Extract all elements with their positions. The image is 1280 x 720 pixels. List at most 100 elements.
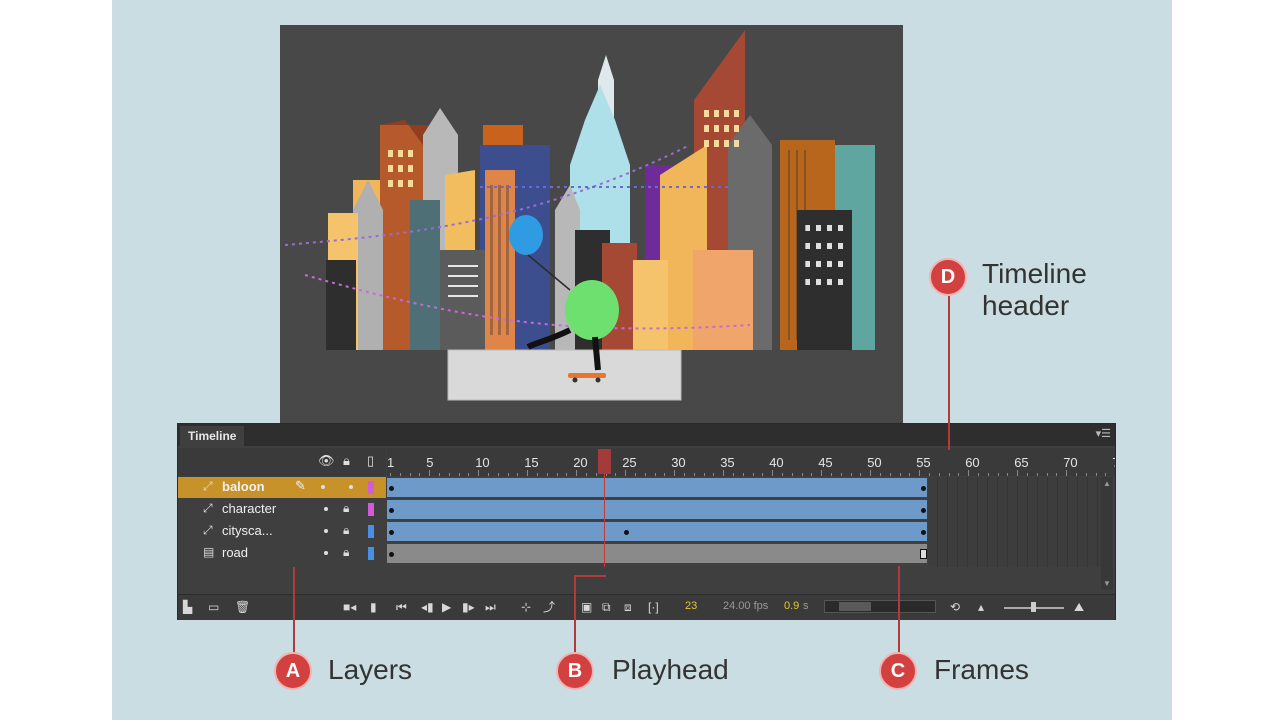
layer-color-swatch[interactable]	[368, 547, 374, 560]
keyframe[interactable]	[389, 552, 394, 557]
visibility-dot[interactable]	[321, 485, 325, 489]
current-frame[interactable]: 23	[685, 600, 697, 612]
go-to-last-frame-icon[interactable]: ⏭	[485, 600, 496, 614]
callout-line-b-h	[574, 575, 606, 577]
ruler-tick	[439, 473, 440, 476]
timeline-tab[interactable]: Timeline	[180, 426, 245, 446]
visibility-dot[interactable]	[324, 551, 328, 555]
tween-span-character[interactable]	[387, 500, 927, 519]
new-folder-icon[interactable]: ▭	[208, 600, 219, 614]
keyframe[interactable]	[921, 486, 926, 491]
end-frame[interactable]	[920, 549, 927, 559]
empty-frames[interactable]	[928, 477, 1101, 567]
play-icon[interactable]: ▶	[442, 600, 451, 614]
horizontal-scrollbar[interactable]	[824, 600, 936, 613]
ruler-tick	[733, 473, 734, 476]
frame-span-road[interactable]	[387, 544, 927, 563]
keyframe[interactable]	[921, 530, 926, 535]
playhead-line	[604, 474, 605, 567]
layer-row-cityscape[interactable]: ⤢ citysca... 🔒︎	[178, 521, 386, 542]
keyframe[interactable]	[624, 530, 629, 535]
loop-icon[interactable]: ⤴	[543, 600, 555, 614]
step-back-icon[interactable]: ◂▮	[421, 600, 434, 614]
delete-icon[interactable]: 🗑︎	[235, 600, 250, 614]
ruler-tick	[772, 470, 774, 476]
keyframe[interactable]	[389, 486, 394, 491]
outline-icon[interactable]: ▯	[367, 453, 374, 469]
tween-span-cityscape[interactable]	[387, 522, 927, 541]
layer-color-swatch[interactable]	[368, 481, 374, 494]
ruler-tick	[929, 473, 930, 476]
ruler-tick	[586, 473, 587, 476]
onion-skin-icon[interactable]: ▣	[581, 600, 592, 614]
keyframe[interactable]	[921, 508, 926, 513]
lock-icon[interactable]: 🔒︎	[343, 453, 350, 469]
zoom-out-icon[interactable]: ▴	[978, 600, 984, 614]
skateboard	[568, 373, 606, 378]
onion-skin-outlines-icon[interactable]: ⧉	[602, 600, 611, 614]
frames-area[interactable]	[387, 477, 1115, 567]
modify-markers-icon[interactable]: [·]	[648, 600, 659, 614]
lock-icon[interactable]: 🔒︎	[343, 523, 349, 538]
visibility-dot[interactable]	[324, 507, 328, 511]
street-block	[447, 349, 682, 401]
lock-icon[interactable]: 🔒︎	[343, 545, 349, 560]
reset-zoom-icon[interactable]: ⟲	[950, 600, 960, 614]
ruler-tick	[1085, 473, 1087, 476]
keyframe[interactable]	[389, 508, 394, 513]
zoom-in-icon[interactable]: ⛰	[1074, 600, 1084, 614]
layer-row-road[interactable]: ▤ road 🔒︎	[178, 543, 386, 564]
ruler-tick	[860, 473, 862, 476]
playhead-marker[interactable]	[598, 449, 611, 474]
ruler-tick	[684, 473, 685, 476]
ruler-label: 70	[1063, 455, 1078, 470]
layer-name: citysca...	[222, 523, 273, 538]
ruler-tick	[703, 473, 705, 476]
elapsed-time[interactable]: 0.9	[784, 600, 799, 612]
timeline-header[interactable]: 15101520253035404550556065707	[387, 448, 1115, 476]
stage[interactable]	[280, 25, 903, 423]
vertical-scrollbar[interactable]: ▲ ▼	[1101, 477, 1113, 590]
panel-menu-icon[interactable]: ▾☰	[1096, 428, 1111, 440]
ruler-tick	[644, 473, 646, 476]
ruler-tick	[458, 473, 460, 476]
zoom-slider-knob[interactable]	[1031, 602, 1036, 612]
ruler-tick	[1027, 473, 1028, 476]
panel-tab-bar: Timeline ▾☰	[178, 424, 1115, 446]
layer-row-baloon[interactable]: ⤢ baloon ✎	[178, 477, 386, 498]
camera-icon[interactable]: ■◂	[343, 600, 356, 614]
ruler-label: 7	[1112, 455, 1115, 470]
ruler-tick	[840, 473, 842, 476]
ruler-tick	[1007, 473, 1009, 476]
ruler-label: 45	[818, 455, 833, 470]
ruler-label: 35	[720, 455, 735, 470]
ruler-tick	[713, 473, 715, 476]
ruler-tick	[752, 473, 754, 476]
ruler-tick	[870, 470, 872, 476]
tween-span-baloon[interactable]	[387, 478, 927, 497]
lock-dot[interactable]	[349, 485, 353, 489]
layer-name: character	[222, 501, 277, 516]
visibility-dot[interactable]	[324, 529, 328, 533]
callout-badge-c: C	[879, 652, 917, 690]
layer-color-swatch[interactable]	[368, 503, 374, 516]
ruler-tick	[1095, 473, 1097, 476]
building	[693, 250, 753, 350]
callout-line-a	[293, 567, 295, 657]
layer-color-swatch[interactable]	[368, 525, 374, 538]
lock-icon[interactable]: 🔒︎	[343, 501, 349, 516]
go-to-first-frame-icon[interactable]: ⏮	[396, 600, 407, 614]
ruler-tick	[831, 473, 832, 476]
keyframe[interactable]	[389, 530, 394, 535]
ruler-tick	[517, 473, 519, 476]
center-frame-icon[interactable]: ⊹	[521, 600, 531, 614]
eye-icon[interactable]: 👁︎	[318, 453, 335, 469]
step-forward-icon[interactable]: ▮▸	[462, 600, 475, 614]
ruler-tick	[625, 470, 627, 476]
frame-rate[interactable]: 24.00 fps	[723, 600, 768, 612]
new-layer-icon[interactable]: ▙	[183, 600, 192, 614]
ruler-label: 30	[671, 455, 686, 470]
ruler-tick	[850, 473, 852, 476]
layer-row-character[interactable]: ⤢ character 🔒︎	[178, 499, 386, 520]
edit-multiple-frames-icon[interactable]: ⧈	[624, 600, 632, 614]
